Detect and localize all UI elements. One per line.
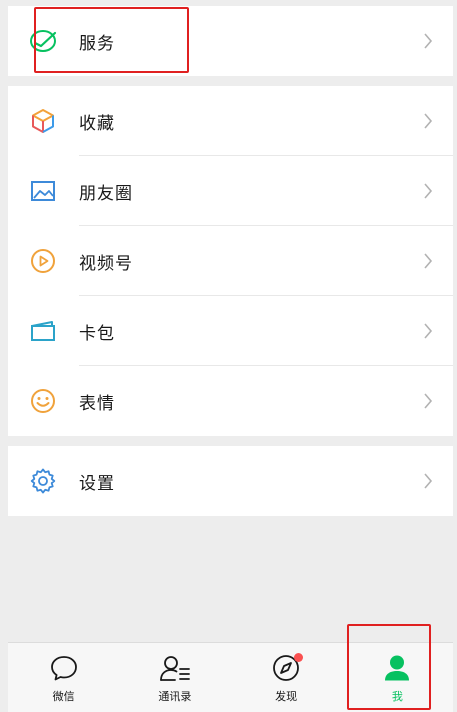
notification-dot xyxy=(294,653,304,662)
chevron-right-icon xyxy=(424,473,433,489)
highlight-box-service xyxy=(34,7,189,73)
contacts-person-icon xyxy=(159,652,191,684)
chevron-right-icon xyxy=(424,323,433,339)
channels-play-icon xyxy=(28,246,58,276)
tab-contacts-label: 通讯录 xyxy=(158,690,192,703)
menu-item-stickers[interactable]: 表情 xyxy=(8,366,453,436)
moments-picture-icon xyxy=(28,176,58,206)
tab-discover[interactable]: 发现 xyxy=(231,643,342,712)
chevron-right-icon xyxy=(424,253,433,269)
tab-discover-label: 发现 xyxy=(275,690,298,703)
left-edge xyxy=(0,0,8,712)
menu-item-card-wallet[interactable]: 卡包 xyxy=(8,296,453,366)
chevron-right-icon xyxy=(424,393,433,409)
right-edge xyxy=(453,0,457,712)
tab-chats-label: 微信 xyxy=(52,690,75,703)
card-wallet-label: 卡包 xyxy=(79,323,115,344)
compass-icon xyxy=(270,652,304,684)
tab-contacts[interactable]: 通讯录 xyxy=(119,643,230,712)
highlight-box-me-tab xyxy=(347,624,431,710)
section-gap xyxy=(8,76,453,86)
section-gap xyxy=(8,436,453,446)
sticker-smiley-icon xyxy=(28,386,58,416)
gear-icon xyxy=(28,466,58,496)
menu-item-moments[interactable]: 朋友圈 xyxy=(8,156,453,226)
favorites-label: 收藏 xyxy=(79,113,115,134)
chevron-right-icon xyxy=(424,113,433,129)
chevron-right-icon xyxy=(424,33,433,49)
channels-label: 视频号 xyxy=(79,253,133,274)
favorites-cube-icon xyxy=(28,106,58,136)
stickers-label: 表情 xyxy=(79,393,115,414)
chat-bubble-icon xyxy=(48,652,80,684)
settings-label: 设置 xyxy=(79,473,115,494)
chevron-right-icon xyxy=(424,183,433,199)
moments-label: 朋友圈 xyxy=(79,183,133,204)
card-wallet-icon xyxy=(28,316,58,346)
menu-item-favorites[interactable]: 收藏 xyxy=(8,86,453,156)
menu-item-settings[interactable]: 设置 xyxy=(8,446,453,516)
menu-item-channels[interactable]: 视频号 xyxy=(8,226,453,296)
tab-chats[interactable]: 微信 xyxy=(8,643,119,712)
